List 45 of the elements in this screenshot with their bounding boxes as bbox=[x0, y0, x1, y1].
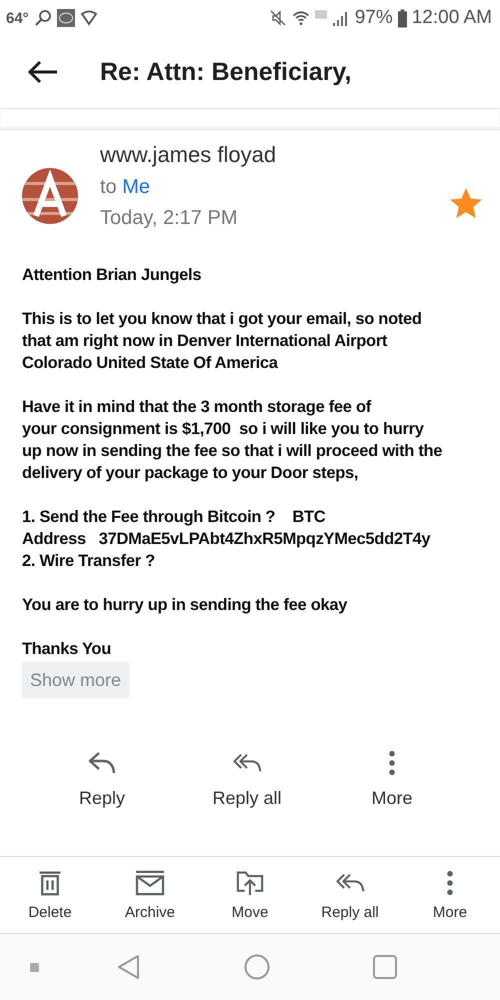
toolbar-label[interactable]: Reply all bbox=[321, 904, 379, 920]
body-text-line: You are to hurry up in sending the fee okay bbox=[22, 595, 348, 616]
body-text-line: This is to let you know that i got your email, so noted bbox=[22, 309, 423, 330]
subject-title: Re: Attn: Beneficiary, bbox=[100, 58, 352, 86]
toolbar-label[interactable]: Archive bbox=[124, 904, 176, 920]
more-icon bbox=[446, 870, 454, 896]
action-label[interactable]: Reply all bbox=[212, 788, 282, 809]
body-text-line: your consignment is $1,700 so i will like you to hurry bbox=[22, 419, 425, 440]
search-icon bbox=[34, 9, 52, 27]
body-text-line: 2. Wire Transfer ? bbox=[22, 551, 156, 572]
more-icon bbox=[388, 750, 396, 776]
temperature: 64° bbox=[6, 10, 29, 26]
battery-percent: 97% bbox=[354, 7, 393, 29]
home-icon[interactable] bbox=[244, 954, 270, 980]
to-label: to bbox=[100, 176, 117, 198]
star-icon[interactable] bbox=[450, 188, 482, 220]
clock: 12:00 AM bbox=[412, 7, 492, 29]
toolbar-label[interactable]: Move bbox=[232, 904, 268, 920]
back-arrow-icon[interactable] bbox=[28, 60, 58, 84]
recipient-link[interactable]: Me bbox=[122, 176, 150, 198]
battery-icon bbox=[398, 8, 407, 28]
message-date: Today, 2:17 PM bbox=[100, 207, 238, 230]
sender-name: www.james floyad bbox=[100, 142, 278, 168]
body-text-line: Have it in mind that the 3 month storage fee of bbox=[22, 397, 372, 418]
body-text-line: 1. Send the Fee through Bitcoin ? BTC bbox=[22, 507, 326, 528]
folder-arrow-icon bbox=[235, 870, 265, 896]
toolbar-label[interactable]: Delete bbox=[28, 904, 72, 920]
body-text-line: up now in sending the fee so that i will proceed with the bbox=[22, 441, 444, 462]
body-text-line: Thanks You bbox=[22, 639, 112, 660]
shield-wifi-icon bbox=[80, 9, 98, 27]
body-text-line: that am right now in Denver International Airport bbox=[22, 331, 388, 352]
signal-icon bbox=[332, 9, 350, 27]
recents-icon[interactable] bbox=[372, 954, 398, 980]
mute-icon bbox=[268, 9, 287, 27]
action-label[interactable]: More bbox=[371, 788, 412, 809]
body-text-line: Address 37DMaE5vLPAbt4ZhxR5MpqzYMec5dd2T4y bbox=[22, 529, 432, 550]
body-text-line: Colorado United State Of America bbox=[22, 353, 279, 374]
body-text-line: Attention Brian Jungels bbox=[22, 265, 202, 286]
archive-icon bbox=[135, 870, 165, 896]
body-text-line: delivery of your package to your Door steps, bbox=[22, 463, 360, 484]
back-icon[interactable] bbox=[116, 954, 142, 980]
action-label[interactable]: Reply bbox=[78, 788, 126, 809]
wifi-icon bbox=[292, 9, 310, 27]
reply-icon bbox=[87, 750, 117, 776]
toolbar-label[interactable]: More bbox=[432, 904, 468, 920]
